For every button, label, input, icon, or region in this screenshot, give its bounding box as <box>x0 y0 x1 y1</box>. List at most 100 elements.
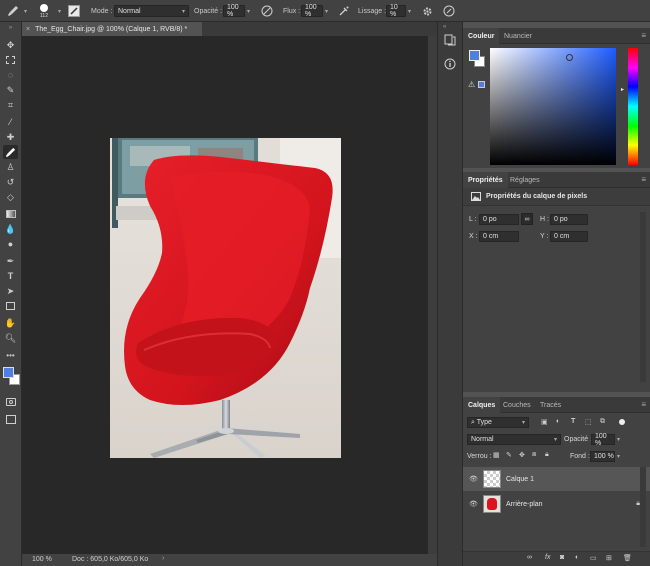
zoom-tool-icon[interactable]: 🔍︎ <box>3 331 18 345</box>
zoom-level[interactable]: 100 % <box>32 556 52 563</box>
tab-calques[interactable]: Calques <box>463 397 501 413</box>
layer-row-arriere-plan[interactable]: 👁︎ Arrière-plan 🔒︎ <box>463 492 650 516</box>
pen-tool-icon[interactable]: ✒ <box>3 254 18 268</box>
opacity-chevron-icon[interactable]: ▾ <box>247 0 250 22</box>
move-tool-icon[interactable]: ✥ <box>3 38 18 52</box>
warning-icon[interactable]: ⚠ <box>468 80 475 89</box>
marquee-tool-icon[interactable] <box>3 53 18 67</box>
panel-menu-icon[interactable]: ≡ <box>641 31 646 40</box>
info-panel-icon[interactable] <box>444 58 456 72</box>
eraser-tool-icon[interactable]: ◇ <box>3 190 18 204</box>
collapse-chevrons-icon[interactable]: » <box>3 25 18 31</box>
dodge-tool-icon[interactable]: ● <box>3 237 18 251</box>
collapse-chevrons-icon[interactable]: « <box>443 24 446 30</box>
color-swatches[interactable] <box>3 367 23 387</box>
width-field[interactable]: 0 po <box>479 214 519 225</box>
doc-size-info[interactable]: Doc : 605,0 Ko/605,0 Ko <box>72 556 148 563</box>
opacity-chevron-icon[interactable]: ▾ <box>617 436 620 443</box>
panel-menu-icon[interactable]: ≡ <box>641 175 646 184</box>
tab-couleur[interactable]: Couleur <box>463 28 500 44</box>
layer-name[interactable]: Calque 1 <box>506 476 534 483</box>
foreground-color-swatch[interactable] <box>3 367 14 378</box>
smoothing-chevron-icon[interactable]: ▾ <box>408 0 411 22</box>
fill-chevron-icon[interactable]: ▾ <box>617 453 620 460</box>
rectangle-tool-icon[interactable] <box>3 299 18 313</box>
link-layers-icon[interactable]: ∞ <box>527 554 532 561</box>
new-group-icon[interactable]: ▭ <box>590 554 597 562</box>
filter-pixel-icon[interactable]: ▣ <box>541 418 548 426</box>
height-field[interactable]: 0 po <box>550 214 588 225</box>
opacity-field[interactable]: 100 % <box>223 4 245 18</box>
layer-row-calque-1[interactable]: 👁︎ Calque 1 <box>463 467 650 491</box>
mode-dropdown[interactable]: Normal ▾ <box>114 5 189 17</box>
gamut-color-swatch[interactable] <box>478 81 485 88</box>
new-layer-icon[interactable]: ⊞ <box>606 554 612 562</box>
close-icon[interactable]: × <box>26 26 30 33</box>
quick-mask-icon[interactable] <box>3 395 18 409</box>
lock-position-icon[interactable]: ✥ <box>519 451 525 459</box>
tab-reglages[interactable]: Réglages <box>505 172 545 188</box>
clone-stamp-tool-icon[interactable]: ♙ <box>3 160 18 174</box>
brush-tool-icon[interactable] <box>3 145 18 159</box>
filter-adjustment-icon[interactable]: ◐ <box>556 418 560 425</box>
path-selection-tool-icon[interactable]: ➤ <box>3 284 18 298</box>
eye-icon[interactable]: 👁︎ <box>469 500 479 508</box>
history-panel-icon[interactable] <box>444 34 456 48</box>
filter-smart-object-icon[interactable]: ⧉ <box>600 418 605 426</box>
hue-slider-handle-icon[interactable]: ▸ <box>621 86 624 93</box>
link-icon[interactable]: ∞ <box>521 213 533 225</box>
adjustment-layer-icon[interactable]: ◐ <box>575 554 579 561</box>
color-panel-swatches[interactable] <box>469 50 487 68</box>
quick-select-tool-icon[interactable]: ✎ <box>3 83 18 97</box>
smoothing-field[interactable]: 10 % <box>386 4 406 18</box>
type-tool-icon[interactable]: T <box>3 269 18 283</box>
eye-icon[interactable]: 👁︎ <box>469 475 479 483</box>
color-picker-handle[interactable] <box>566 54 573 61</box>
lock-all-icon[interactable]: 🔒︎ <box>545 451 549 459</box>
filter-toggle-icon[interactable] <box>619 419 625 425</box>
history-brush-tool-icon[interactable]: ↺ <box>3 175 18 189</box>
filter-shape-icon[interactable]: ⬚ <box>585 418 592 426</box>
layer-style-fx-icon[interactable]: fx <box>545 554 550 561</box>
properties-scrollbar[interactable] <box>640 212 646 382</box>
healing-brush-tool-icon[interactable]: ✚ <box>3 130 18 144</box>
chevron-right-icon[interactable]: › <box>162 555 164 562</box>
vertical-scrollbar[interactable] <box>428 36 437 554</box>
lock-artboard-icon[interactable]: ⧈ <box>532 451 536 459</box>
blend-mode-dropdown[interactable]: Normal ▾ <box>467 434 561 445</box>
x-field[interactable]: 0 cm <box>479 231 519 242</box>
add-mask-icon[interactable]: ◙ <box>560 554 564 561</box>
brush-settings-icon[interactable] <box>68 0 80 22</box>
brush-preset-picker[interactable]: 112 <box>40 0 48 22</box>
foreground-color-swatch[interactable] <box>469 50 480 61</box>
eyedropper-tool-icon[interactable]: ⁄ <box>3 115 18 129</box>
y-field[interactable]: 0 cm <box>550 231 588 242</box>
layer-opacity-field[interactable]: 100 % <box>591 433 615 447</box>
airbrush-icon[interactable] <box>338 0 350 22</box>
panel-menu-icon[interactable]: ≡ <box>641 400 646 409</box>
blur-tool-icon[interactable]: 💧 <box>3 222 18 236</box>
hue-slider[interactable] <box>628 48 638 165</box>
tab-proprietes[interactable]: Propriétés <box>463 172 508 188</box>
fill-field[interactable]: 100 % <box>590 451 615 462</box>
tab-couches[interactable]: Couches <box>498 397 536 413</box>
pressure-opacity-icon[interactable] <box>261 0 273 22</box>
lock-transparent-icon[interactable]: ▦ <box>493 451 500 459</box>
hand-tool-icon[interactable]: ✋ <box>3 316 18 330</box>
more-tools-icon[interactable]: ••• <box>3 348 18 362</box>
lock-image-icon[interactable]: ✎ <box>506 451 512 459</box>
document-image[interactable] <box>110 138 341 458</box>
crop-tool-icon[interactable]: ⌗ <box>3 98 18 112</box>
flow-field[interactable]: 100 % <box>301 4 323 18</box>
filter-type-icon[interactable]: T <box>571 418 575 425</box>
color-field[interactable] <box>490 48 616 165</box>
brush-preset-chevron-icon[interactable]: ▾ <box>58 0 61 22</box>
layers-scrollbar[interactable] <box>640 467 646 547</box>
lasso-tool-icon[interactable]: ◌ <box>3 68 18 82</box>
brush-tool-icon[interactable] <box>6 0 20 22</box>
layer-name[interactable]: Arrière-plan <box>506 501 543 508</box>
screen-mode-icon[interactable] <box>3 412 18 426</box>
trash-icon[interactable]: 🗑︎ <box>623 554 632 562</box>
gradient-tool-icon[interactable] <box>3 207 18 221</box>
layer-filter-dropdown[interactable]: ⌕ Type ▾ <box>467 417 529 428</box>
